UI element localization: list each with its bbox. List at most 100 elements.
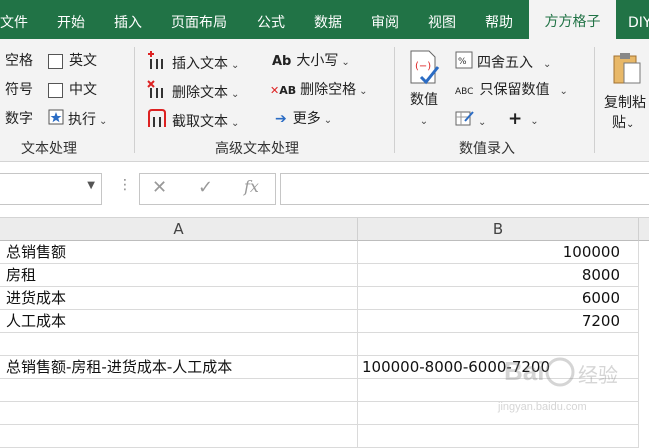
extract-text-label: 截取文本 — [172, 114, 228, 130]
check-icon[interactable]: ✓ — [198, 177, 213, 198]
chevron-down-icon: ⌄ — [559, 86, 568, 97]
delete-space-icon: ✕AB — [270, 84, 296, 97]
tab-help[interactable]: 帮助 — [485, 0, 513, 39]
round-button[interactable]: % 四舍五入 ⌄ — [455, 51, 551, 71]
case-icon: Ab — [272, 54, 292, 69]
edit-icon — [455, 109, 475, 133]
ribbon-tab-bar: 文件 开始 插入 页面布局 公式 数据 审阅 视图 帮助 方方格子 DIY — [0, 0, 649, 39]
edit-cell-button[interactable]: ⌄ — [455, 109, 486, 129]
delete-space-button[interactable]: ✕AB 删除空格 ⌄ — [270, 80, 368, 100]
copy-paste-label: 复制粘 — [604, 95, 646, 111]
keep-value-label: 只保留数值 — [479, 82, 550, 98]
plus-button[interactable]: + ⌄ — [508, 109, 539, 129]
group-divider — [594, 47, 595, 153]
tab-view[interactable]: 视图 — [428, 0, 456, 39]
execute-label: 执行 — [68, 112, 96, 128]
more-button[interactable]: ➔ 更多 ⌄ — [275, 109, 332, 129]
checkbox-chinese[interactable]: 中文 — [48, 80, 97, 100]
cell-b6[interactable]: 100000-8000-6000-7200 — [358, 356, 639, 379]
column-header-b[interactable]: B — [358, 218, 639, 241]
chevron-down-icon: ⌄ — [99, 116, 108, 127]
chevron-down-icon: ⌄ — [231, 60, 240, 71]
checkbox-english-box[interactable] — [48, 53, 63, 69]
value-button[interactable]: (−) 数值 ⌄ — [403, 49, 445, 134]
option-digit[interactable]: 数字 — [5, 109, 33, 129]
tab-file[interactable]: 文件 — [0, 0, 28, 39]
checkbox-chinese-box[interactable] — [48, 82, 63, 98]
tab-fangfanggezi[interactable]: 方方格子 — [529, 0, 616, 39]
insert-text-icon — [147, 51, 167, 77]
formula-bar: ▼ ⋮ ✕ ✓ fx — [0, 162, 649, 218]
insert-text-label: 插入文本 — [172, 56, 228, 72]
formula-input[interactable] — [280, 173, 649, 205]
round-label: 四舍五入 — [477, 55, 533, 71]
cell-b9[interactable] — [358, 425, 639, 448]
option-space[interactable]: 空格 — [5, 51, 33, 71]
svg-text:%: % — [458, 57, 467, 67]
cell-b2[interactable]: 8000 — [358, 264, 639, 287]
plus-icon: + — [508, 109, 523, 129]
chevron-down-icon: ⌄ — [341, 57, 350, 68]
delete-mark-icon: ✕ — [270, 84, 280, 97]
execute-icon — [48, 109, 64, 131]
delete-space-icon-text: AB — [279, 84, 297, 97]
delete-text-button[interactable]: 删除文本 ⌄ — [147, 80, 240, 101]
tab-diy[interactable]: DIY — [628, 0, 649, 39]
group-divider — [394, 47, 395, 153]
delete-space-label: 删除空格 — [300, 82, 357, 98]
cell-a4[interactable]: 人工成本 — [0, 310, 358, 333]
keep-value-button[interactable]: ABC 只保留数值 ⌄ — [455, 80, 568, 100]
tab-page-layout[interactable]: 页面布局 — [171, 0, 227, 39]
tab-formulas[interactable]: 公式 — [257, 0, 285, 39]
chevron-down-icon[interactable]: ▼ — [87, 180, 95, 191]
cell-b8[interactable] — [358, 402, 639, 425]
option-digit-label: 数字 — [5, 111, 33, 127]
function-icon[interactable]: fx — [244, 177, 259, 196]
case-button[interactable]: Ab 大小写 ⌄ — [272, 51, 350, 71]
group-label-number-entry: 数值录入 — [459, 141, 515, 157]
tab-data[interactable]: 数据 — [314, 0, 342, 39]
copy-paste-button[interactable]: 复制粘 贴⌄ — [604, 51, 649, 146]
cell-a5[interactable] — [0, 333, 358, 356]
copy-paste-label-line2: 贴⌄ — [604, 112, 649, 132]
checkbox-english[interactable]: 英文 — [48, 51, 97, 71]
ribbon-panel: 空格 符号 数字 英文 中文 执行 ⌄ 文本处理 插入文本 ⌄ 删除文本 ⌄ 截取文本… — [0, 39, 649, 162]
tab-review[interactable]: 审阅 — [371, 0, 399, 39]
option-symbol[interactable]: 符号 — [5, 80, 33, 100]
chevron-down-icon: ⌄ — [231, 89, 240, 100]
column-header-a[interactable]: A — [0, 218, 358, 241]
chevron-down-icon: ⌄ — [626, 119, 635, 130]
extract-text-button[interactable]: 截取文本 ⌄ — [147, 109, 239, 130]
group-divider — [134, 47, 135, 153]
cell-b1[interactable]: 100000 — [358, 241, 639, 264]
column-header-c[interactable] — [639, 218, 649, 241]
cell-b4[interactable]: 7200 — [358, 310, 639, 333]
drag-handle-icon[interactable]: ⋮ — [118, 177, 132, 193]
insert-text-button[interactable]: 插入文本 ⌄ — [147, 51, 240, 72]
name-box[interactable]: ▼ — [0, 173, 102, 205]
case-label: 大小写 — [296, 53, 339, 69]
cell-a8[interactable] — [0, 402, 358, 425]
checkbox-english-label: 英文 — [69, 53, 97, 69]
copy-paste-label-line2-text: 贴 — [612, 115, 626, 131]
execute-button[interactable]: 执行 ⌄ — [48, 109, 107, 129]
cell-b7[interactable] — [358, 379, 639, 402]
cancel-icon[interactable]: ✕ — [152, 177, 167, 198]
cell-b3[interactable]: 6000 — [358, 287, 639, 310]
cell-b5[interactable] — [358, 333, 639, 356]
cell-a3[interactable]: 进货成本 — [0, 287, 358, 310]
cell-a9[interactable] — [0, 425, 358, 448]
value-label: 数值 — [410, 92, 438, 108]
more-label: 更多 — [292, 111, 321, 127]
chevron-down-icon: ⌄ — [530, 116, 539, 127]
tab-home[interactable]: 开始 — [57, 0, 85, 39]
checkbox-chinese-label: 中文 — [69, 82, 97, 98]
option-symbol-label: 符号 — [5, 82, 33, 98]
delete-text-icon — [147, 80, 167, 106]
tab-insert[interactable]: 插入 — [114, 0, 142, 39]
cell-a6[interactable]: 总销售额-房租-进货成本-人工成本 — [0, 356, 358, 379]
cell-a2[interactable]: 房租 — [0, 264, 358, 287]
group-label-advanced-text: 高级文本处理 — [215, 141, 299, 157]
cell-a7[interactable] — [0, 379, 358, 402]
cell-a1[interactable]: 总销售额 — [0, 241, 358, 264]
